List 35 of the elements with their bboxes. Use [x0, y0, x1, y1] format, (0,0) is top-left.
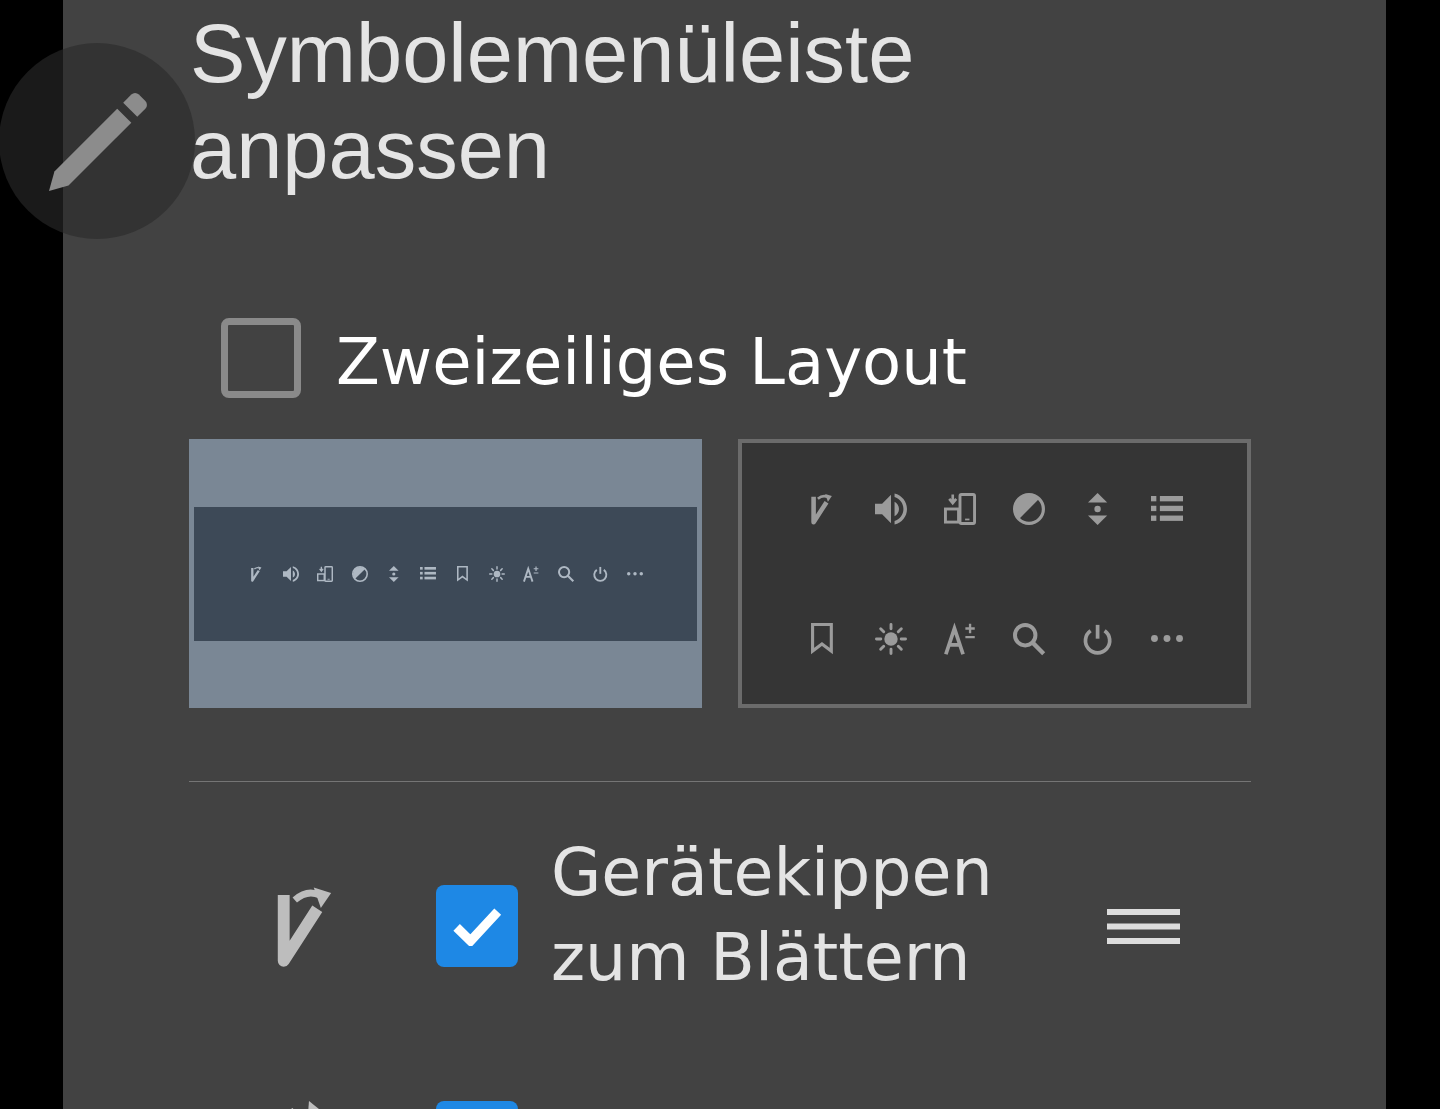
list-icon [420, 567, 437, 580]
checkbox[interactable] [221, 318, 301, 398]
power-icon [1083, 622, 1113, 655]
drag-handle[interactable] [1107, 908, 1180, 944]
layout-preview[interactable] [738, 439, 1251, 708]
search-icon [557, 565, 574, 582]
power-icon [592, 565, 608, 582]
expand-icon [1088, 492, 1108, 525]
more-icon [626, 571, 643, 576]
contrast-icon [1013, 492, 1045, 525]
checkbox[interactable] [436, 885, 518, 967]
item-label: Gerätekippen zum Blättern [551, 834, 994, 997]
option-label: Zweizeiliges Layout [336, 324, 967, 401]
brightness-icon [875, 622, 907, 655]
screen-rotation-icon [944, 492, 976, 525]
expand-icon [389, 565, 399, 582]
more-icon [1151, 635, 1183, 642]
bookmark-icon [457, 565, 469, 582]
layout-preview[interactable] [189, 439, 702, 708]
page-title: Symbolemenüleiste anpassen [190, 6, 916, 198]
contrast-icon [351, 565, 368, 582]
screen-rotation-icon [317, 565, 334, 582]
pencil-icon [49, 93, 147, 191]
tilt-icon [276, 885, 332, 968]
tilt-icon [251, 565, 262, 582]
text-size-icon [523, 565, 540, 582]
volume-icon [875, 492, 907, 525]
tilt-icon [811, 492, 833, 525]
list-icon [1151, 496, 1183, 521]
search-icon [1013, 622, 1045, 655]
volume-icon [282, 565, 299, 582]
bookmark-icon [811, 622, 833, 655]
text-size-icon [944, 622, 976, 655]
checkmark-icon [452, 906, 502, 946]
brightness-icon [489, 565, 506, 582]
